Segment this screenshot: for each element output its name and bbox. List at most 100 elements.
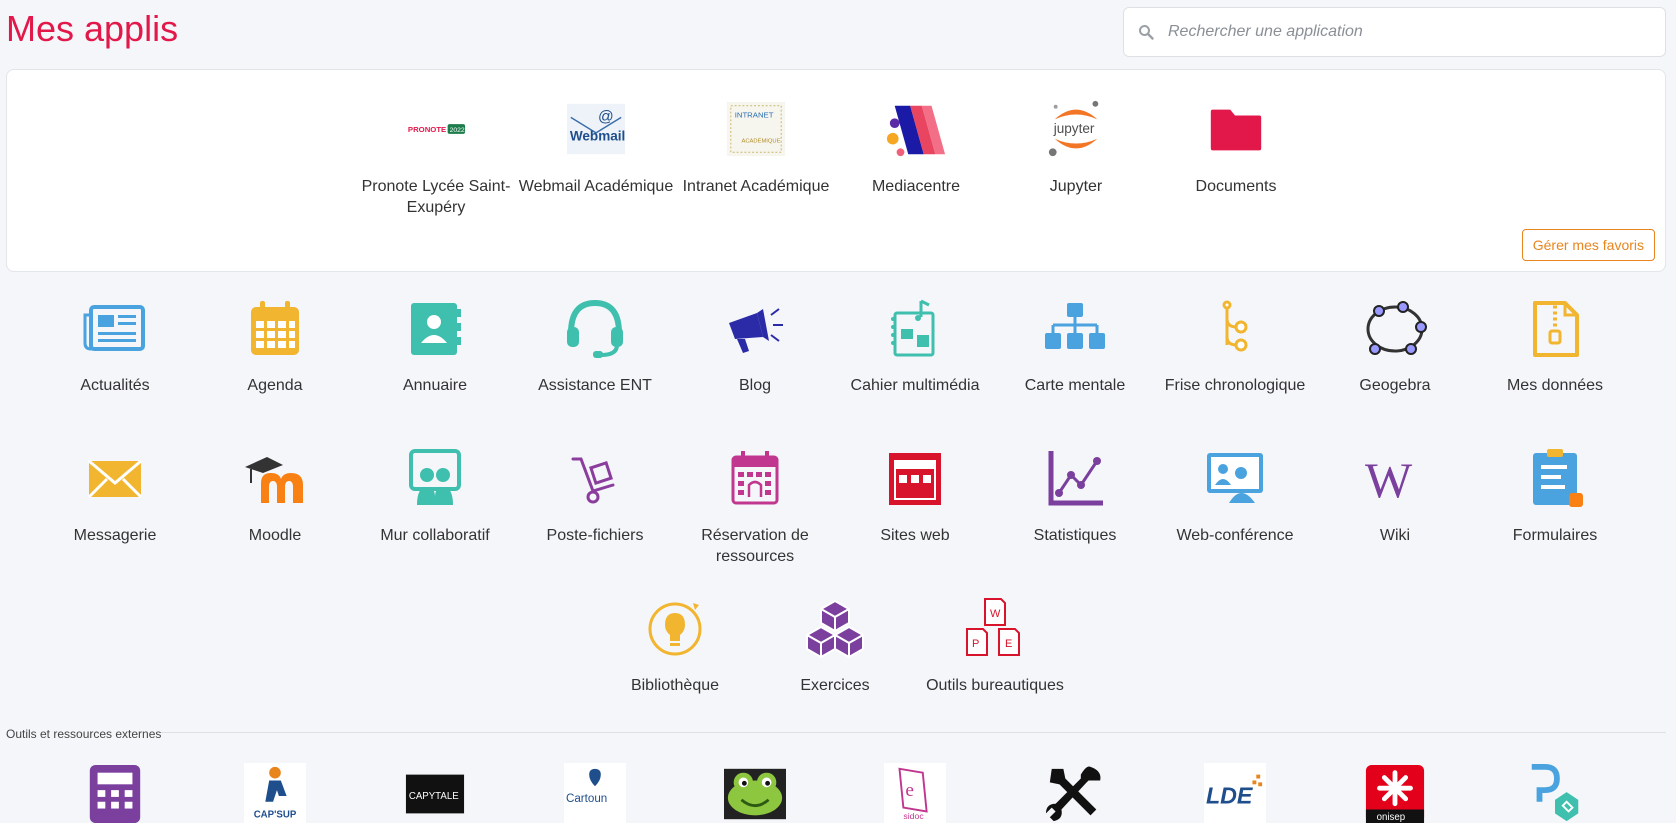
svg-text:P: P <box>972 638 979 650</box>
app-web-conference[interactable]: Web-conférence <box>1155 447 1315 546</box>
reservation-calendar-icon <box>731 451 779 505</box>
external-esidoc[interactable]: e sidoc <box>884 763 946 823</box>
app-mur-collaboratif[interactable]: Mur collaboratif <box>355 447 515 546</box>
app-blog[interactable]: Blog <box>675 297 835 396</box>
search-input[interactable] <box>1166 22 1650 42</box>
lightbulb-icon <box>648 602 702 656</box>
contact-book-icon <box>411 303 461 355</box>
headset-icon <box>567 299 623 358</box>
folder-icon <box>1210 109 1262 151</box>
collab-wall-icon <box>409 449 461 505</box>
app-annuaire[interactable]: Annuaire <box>355 297 515 396</box>
favorite-pronote[interactable]: PRONOTE 2022 Pronote Lycée Saint-Exupéry <box>356 98 516 218</box>
app-label: Formulaires <box>1512 527 1598 544</box>
page-title: Mes applis <box>6 8 179 49</box>
app-statistiques[interactable]: Statistiques <box>995 447 1155 546</box>
app-poste-fichiers[interactable]: Poste-fichiers <box>515 447 675 546</box>
intranet-icon: INTRANET ACADÉMIQUE <box>726 101 786 157</box>
esidoc-icon: e sidoc <box>884 763 946 823</box>
app-carte-mentale[interactable]: Carte mentale <box>995 297 1155 396</box>
geogebra-icon <box>1366 301 1427 355</box>
external-onisep[interactable]: onisep <box>1364 763 1426 823</box>
favorite-jupyter[interactable]: jupyter Jupyter <box>996 98 1156 197</box>
app-formulaires[interactable]: Formulaires <box>1475 447 1635 546</box>
app-label: Réservation de ressources <box>701 527 809 565</box>
favorite-documents[interactable]: Documents <box>1156 98 1316 197</box>
frog-icon <box>724 768 786 820</box>
app-label: Frise chronologique <box>1164 377 1306 394</box>
app-exercices[interactable]: Exercices <box>755 597 915 696</box>
external-section-title: Outils et ressources externes <box>6 727 162 741</box>
form-icon <box>1533 449 1583 507</box>
wiki-icon: W <box>1365 452 1413 508</box>
app-label: Poste-fichiers <box>546 527 644 544</box>
envelope-icon <box>87 459 143 499</box>
app-label: Documents <box>1195 178 1277 195</box>
timeline-icon <box>1222 300 1248 352</box>
app-messagerie[interactable]: Messagerie <box>35 447 195 546</box>
mediacentre-icon <box>886 105 946 157</box>
moodle-icon <box>245 457 303 503</box>
external-lde[interactable]: LDE <box>1204 763 1266 823</box>
external-tools[interactable] <box>1044 763 1106 823</box>
app-label: Messagerie <box>73 527 157 544</box>
app-geogebra[interactable]: Geogebra <box>1315 297 1475 396</box>
app-label: Assistance ENT <box>538 377 652 394</box>
calendar-icon <box>251 301 299 355</box>
pronote-icon: PRONOTE 2022 <box>406 124 466 134</box>
app-label: Statistiques <box>1033 527 1117 544</box>
app-mes-donnees[interactable]: Mes données <box>1475 297 1635 396</box>
favorite-intranet[interactable]: INTRANET ACADÉMIQUE Intranet Académique <box>676 98 836 197</box>
app-label: Mur collaboratif <box>380 527 490 544</box>
app-reservation-ressources[interactable]: Réservation de ressources <box>675 447 835 567</box>
search-icon <box>1139 25 1154 40</box>
external-capsup[interactable]: CAP'SUP <box>244 763 306 823</box>
newspaper-icon <box>83 305 145 351</box>
lde-logo-text: LDE <box>1206 783 1254 809</box>
favorite-webmail[interactable]: @ Webmail Webmail Académique <box>516 98 676 197</box>
search-box[interactable] <box>1123 7 1666 57</box>
app-outils-bureautiques[interactable]: W P E Outils bureautiques <box>915 597 1075 696</box>
onisep-logo-text: onisep <box>1377 812 1406 823</box>
external-cartoun[interactable]: Cartoun <box>564 763 626 823</box>
notebook-icon <box>891 299 935 357</box>
favorite-mediacentre[interactable]: Mediacentre <box>836 98 996 197</box>
chart-icon <box>1048 451 1103 506</box>
app-wiki[interactable]: W Wiki <box>1315 447 1475 546</box>
app-cahier-multimedia[interactable]: Cahier multimédia <box>835 297 995 396</box>
section-divider <box>160 732 1666 733</box>
app-label: Moodle <box>248 527 302 544</box>
app-label: Web-conférence <box>1176 527 1294 544</box>
app-label: Annuaire <box>402 377 468 394</box>
external-capytale[interactable]: CAPYTALE <box>404 763 466 823</box>
svg-text:E: E <box>1005 638 1012 650</box>
app-label: Outils bureautiques <box>926 677 1064 694</box>
cartoun-logo-text: Cartoun <box>566 792 607 805</box>
app-actualites[interactable]: Actualités <box>35 297 195 396</box>
jupyter-icon: jupyter <box>1048 100 1099 157</box>
app-bibliotheque[interactable]: Bibliothèque <box>595 597 755 696</box>
svg-text:e: e <box>905 780 914 801</box>
external-pix[interactable] <box>1524 763 1586 823</box>
app-agenda[interactable]: Agenda <box>195 297 355 396</box>
manage-favorites-button[interactable]: Gérer mes favoris <box>1521 229 1655 261</box>
external-frog[interactable] <box>724 763 786 823</box>
intranet-logo-text: INTRANET <box>735 110 774 119</box>
app-label: Cahier multimédia <box>850 377 980 394</box>
capytale-icon: CAPYTALE <box>405 774 465 814</box>
sitemap-icon <box>1045 303 1105 349</box>
jupyter-logo-text: jupyter <box>1053 121 1095 136</box>
app-label: Blog <box>738 377 772 394</box>
app-frise-chronologique[interactable]: Frise chronologique <box>1155 297 1315 396</box>
esidoc-logo-text: sidoc <box>903 811 924 821</box>
pronote-logo-text: PRONOTE <box>408 125 446 134</box>
app-moodle[interactable]: Moodle <box>195 447 355 546</box>
app-label: Agenda <box>247 377 303 394</box>
app-sites-web[interactable]: Sites web <box>835 447 995 546</box>
capsup-icon: CAP'SUP <box>244 763 306 823</box>
tools-icon <box>1045 766 1101 822</box>
app-label: Exercices <box>800 677 870 694</box>
app-assistance-ent[interactable]: Assistance ENT <box>515 297 675 396</box>
webmail-icon: @ Webmail <box>566 103 625 155</box>
external-calculator[interactable] <box>84 763 146 823</box>
